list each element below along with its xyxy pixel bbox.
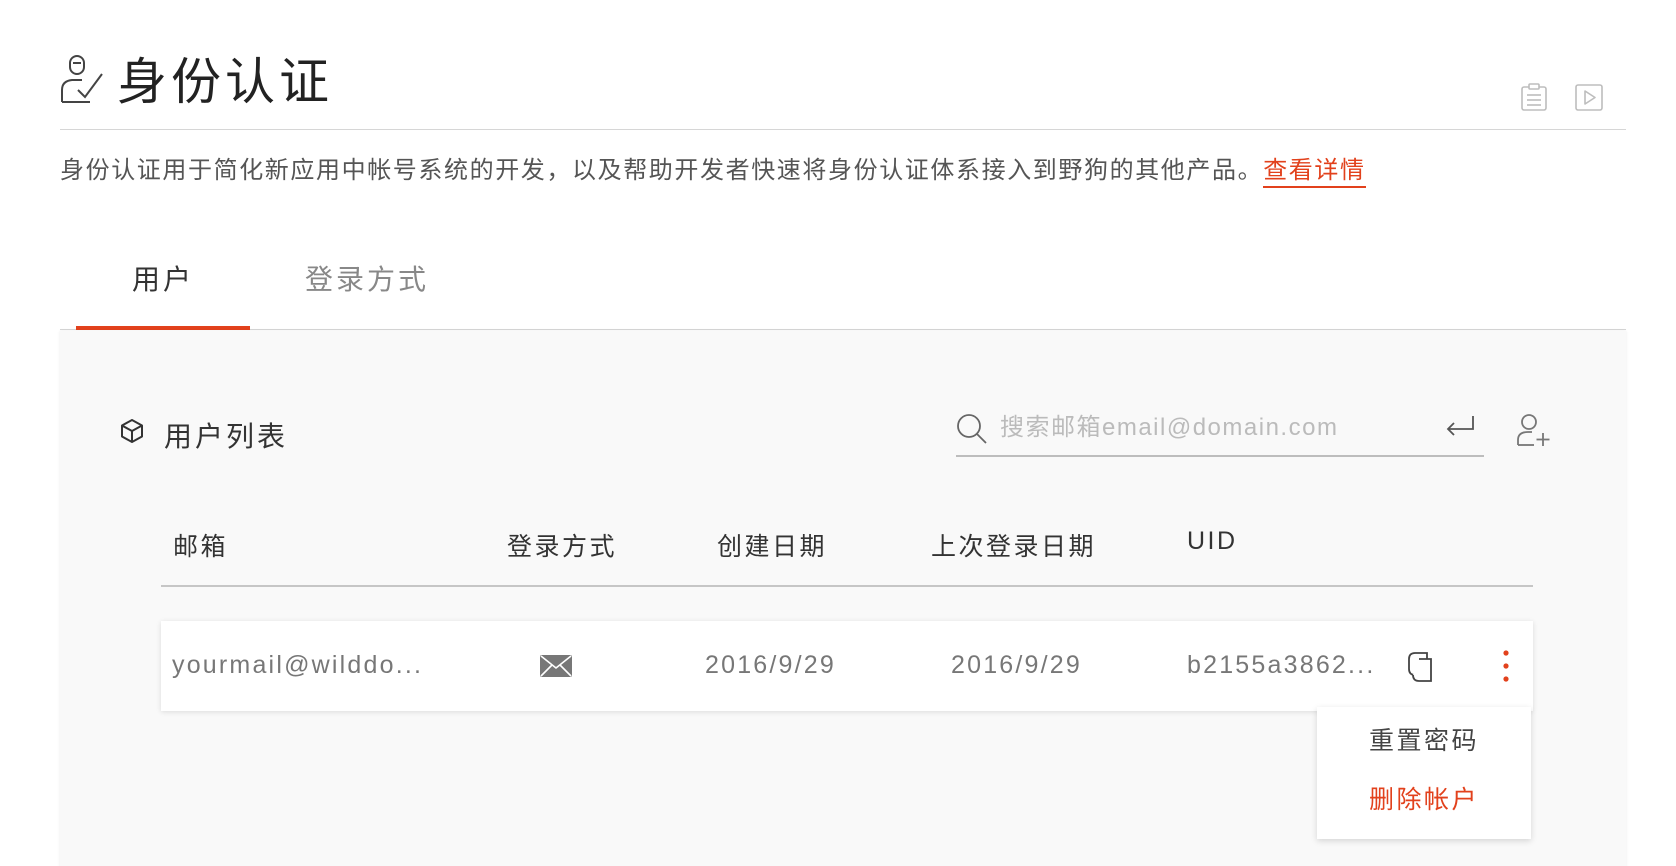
cell-last-login-date: 2016/9/29 [951, 651, 1083, 679]
cube-icon [121, 419, 143, 443]
page-title: 身份认证 [117, 54, 333, 110]
table-row[interactable]: yourmail@wilddo... 2016/9/29 2016/9/29 b… [161, 621, 1533, 711]
search-icon [957, 414, 987, 444]
description-text: 身份认证用于简化新应用中帐号系统的开发，以及帮助开发者快速将身份认证体系接入到野… [60, 157, 1264, 184]
enter-icon[interactable] [1444, 413, 1476, 441]
column-header-login-method[interactable]: 登录方式 [507, 527, 617, 563]
mail-icon [540, 655, 572, 677]
search-input[interactable] [1000, 409, 1420, 447]
row-action-menu: 重置密码 删除帐户 [1317, 707, 1531, 839]
more-vertical-icon[interactable] [1499, 647, 1513, 687]
page-header: 身份认证 [60, 38, 1626, 130]
document-icon[interactable] [1519, 82, 1549, 112]
reset-password-menu-item[interactable]: 重置密码 [1317, 721, 1531, 757]
tab-bar: 用户 登录方式 [60, 250, 1626, 330]
column-header-uid[interactable]: UID [1187, 527, 1238, 556]
cell-created-date: 2016/9/29 [705, 651, 837, 679]
cell-email: yourmail@wilddo... [172, 651, 424, 679]
user-list-title: 用户列表 [164, 421, 289, 452]
play-icon[interactable] [1574, 82, 1604, 112]
details-link[interactable]: 查看详情 [1263, 157, 1366, 188]
tab-login-methods[interactable]: 登录方式 [280, 250, 454, 330]
active-tab-indicator [76, 326, 250, 330]
table-header: 邮箱 登录方式 创建日期 上次登录日期 UID [161, 527, 1533, 587]
column-header-created[interactable]: 创建日期 [717, 527, 827, 563]
tab-users[interactable]: 用户 [76, 250, 250, 330]
column-header-email[interactable]: 邮箱 [173, 527, 228, 563]
cell-uid: b2155a3862... [1187, 651, 1376, 679]
user-list-panel: 用户列表 邮箱 登录方式 创建日期 上次登录日期 UID [60, 331, 1626, 866]
page-description: 身份认证用于简化新应用中帐号系统的开发，以及帮助开发者快速将身份认证体系接入到野… [60, 150, 1366, 188]
delete-account-menu-item[interactable]: 删除帐户 [1317, 780, 1531, 816]
column-header-last-login[interactable]: 上次登录日期 [931, 527, 1096, 563]
user-check-icon [61, 55, 103, 103]
email-search [956, 399, 1484, 457]
page: 身份认证 身份认证用于简化新应用中帐号系统的开发，以及帮助开发者快速将身份认证体… [0, 0, 1676, 866]
add-user-icon[interactable] [1516, 413, 1552, 447]
copy-icon[interactable] [1405, 651, 1435, 683]
